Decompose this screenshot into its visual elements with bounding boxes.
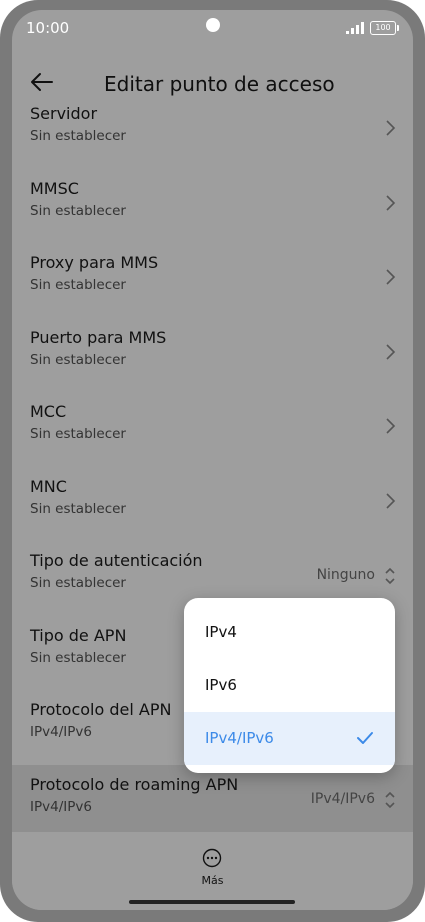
- setting-value: Sin establecer: [30, 277, 126, 293]
- setting-value: Sin establecer: [30, 426, 126, 442]
- chevron-right-icon: [386, 195, 396, 211]
- up-down-chevron-icon: [385, 567, 395, 585]
- up-down-chevron-icon: [385, 791, 395, 809]
- setting-value: Sin establecer: [30, 203, 126, 219]
- status-bar: 10:00 100: [12, 10, 413, 50]
- chevron-right-icon: [386, 493, 396, 509]
- setting-servidor[interactable]: Servidor Sin establecer: [12, 94, 413, 169]
- dropdown-option-ipv4-ipv6[interactable]: IPv4/IPv6: [184, 712, 395, 765]
- setting-proxy-mms[interactable]: Proxy para MMS Sin establecer: [12, 243, 413, 318]
- setting-value: IPv4/IPv6: [30, 724, 92, 740]
- screen: 10:00 100 Editar punto de acceso Servido…: [12, 10, 413, 910]
- setting-title: Puerto para MMS: [30, 328, 167, 347]
- more-label[interactable]: Más: [12, 874, 413, 887]
- setting-title: Tipo de APN: [30, 626, 127, 645]
- more-icon[interactable]: [202, 848, 222, 868]
- camera-cutout: [206, 18, 220, 32]
- option-label: IPv6: [205, 676, 237, 694]
- setting-value: Sin establecer: [30, 575, 126, 591]
- chevron-right-icon: [386, 269, 396, 285]
- dropdown-option-ipv6[interactable]: IPv6: [184, 659, 395, 712]
- selected-value: Ninguno: [316, 567, 375, 583]
- setting-value: Sin establecer: [30, 650, 126, 666]
- status-time: 10:00: [26, 19, 70, 37]
- option-label: IPv4/IPv6: [205, 729, 274, 747]
- chevron-right-icon: [386, 344, 396, 360]
- setting-title: Tipo de autenticación: [30, 551, 203, 570]
- setting-title: Protocolo del APN: [30, 700, 172, 719]
- setting-protocolo-roaming-apn[interactable]: Protocolo de roaming APN IPv4/IPv6 IPv4/…: [12, 765, 413, 840]
- setting-title: Protocolo de roaming APN: [30, 775, 239, 794]
- battery-icon: 100: [370, 21, 399, 35]
- back-arrow-icon[interactable]: [28, 68, 56, 96]
- page-title: Editar punto de acceso: [104, 72, 335, 96]
- setting-value: IPv4/IPv6: [30, 799, 92, 815]
- protocol-dropdown-menu: IPv4 IPv6 IPv4/IPv6: [184, 598, 395, 773]
- checkmark-icon: [357, 732, 373, 744]
- setting-mmsc[interactable]: MMSC Sin establecer: [12, 169, 413, 244]
- home-indicator[interactable]: [129, 900, 295, 904]
- setting-title: Servidor: [30, 104, 98, 123]
- selected-value: IPv4/IPv6: [310, 791, 375, 807]
- setting-title: Proxy para MMS: [30, 253, 159, 272]
- setting-title: MNC: [30, 477, 67, 496]
- chevron-right-icon: [386, 120, 396, 136]
- bottom-action-bar: Más: [12, 832, 413, 910]
- setting-value: Sin establecer: [30, 128, 126, 144]
- signal-icon: [346, 22, 366, 34]
- setting-value: Sin establecer: [30, 501, 126, 517]
- chevron-right-icon: [386, 418, 396, 434]
- setting-mnc[interactable]: MNC Sin establecer: [12, 467, 413, 542]
- dropdown-option-ipv4[interactable]: IPv4: [184, 606, 395, 659]
- setting-title: MCC: [30, 402, 67, 421]
- setting-mcc[interactable]: MCC Sin establecer: [12, 392, 413, 467]
- setting-value: Sin establecer: [30, 352, 126, 368]
- setting-puerto-mms[interactable]: Puerto para MMS Sin establecer: [12, 318, 413, 393]
- setting-title: MMSC: [30, 179, 79, 198]
- phone-frame: 10:00 100 Editar punto de acceso Servido…: [0, 0, 425, 922]
- option-label: IPv4: [205, 623, 237, 641]
